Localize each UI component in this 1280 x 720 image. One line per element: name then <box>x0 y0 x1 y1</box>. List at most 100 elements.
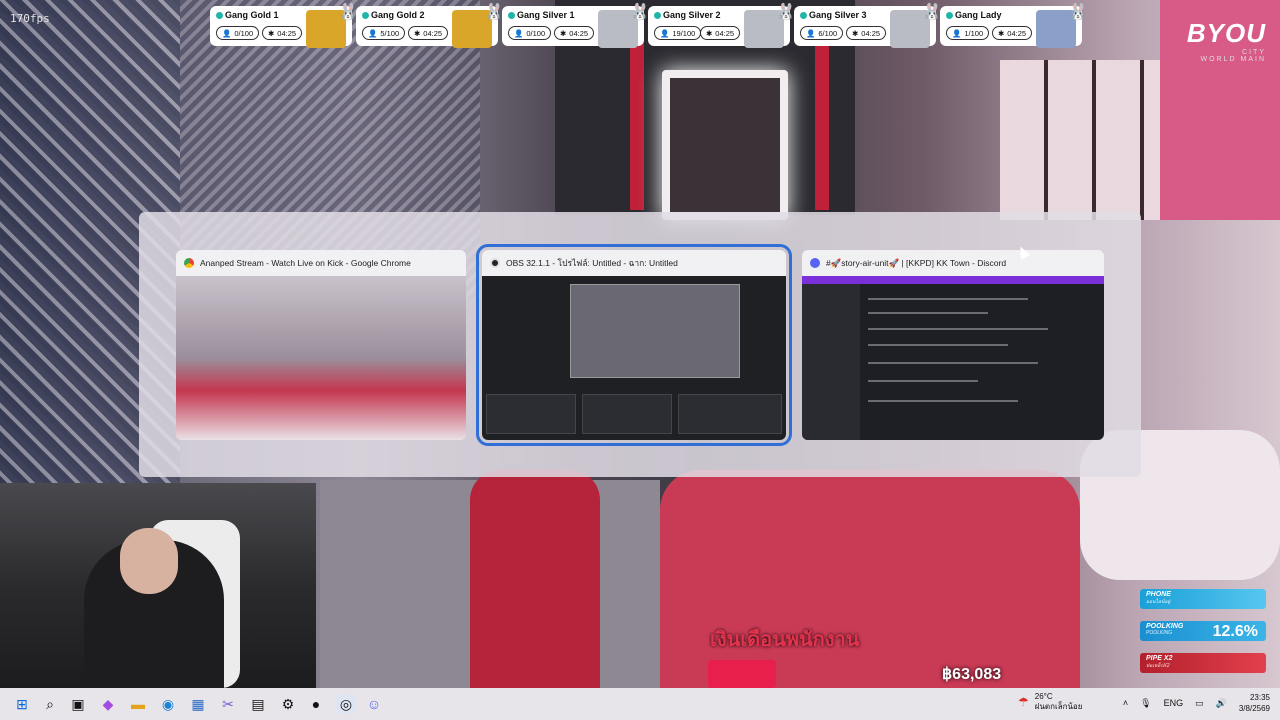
gang-name: Gang Silver 3 <box>800 10 867 20</box>
settings-icon[interactable]: ⚙ <box>278 694 298 714</box>
gang-name: Gang Lady <box>946 10 1002 20</box>
clock-icon: ✱ <box>706 28 713 38</box>
file-explorer-icon[interactable]: ▬ <box>128 694 148 714</box>
alt-tab-switcher: Ananped Stream - Watch Live on Kick - Go… <box>139 212 1141 477</box>
chevron-up-icon[interactable]: ˄ <box>1123 698 1128 708</box>
person-icon: 👤 <box>806 28 816 38</box>
server-logo: BYOU CITY WORLD MAIN <box>1187 18 1266 63</box>
bunny-icon: 🐰 <box>922 4 942 21</box>
vanity-mirror <box>662 70 788 220</box>
fps-counter: 170fps <box>10 12 50 25</box>
logo-main: BYOU <box>1186 18 1266 48</box>
gang-count: 👤 1/100 <box>946 26 990 40</box>
logo-sub: WORLD MAIN <box>1200 56 1266 63</box>
discord-taskbar-icon[interactable]: ☺ <box>364 694 384 714</box>
hud-phone: PHONE ออนไลน์อยู่ <box>1140 589 1266 609</box>
red-button <box>708 660 776 688</box>
clock-icon: ✱ <box>998 28 1005 38</box>
gang-count: 👤 19/100 <box>654 26 702 40</box>
edge-icon[interactable]: ◉ <box>158 694 178 714</box>
curtain <box>630 40 644 210</box>
bunny-icon: 🐰 <box>776 4 796 21</box>
obs-panel <box>486 394 576 434</box>
gang-card: Gang Gold 1 👤 0/100 ✱ 04:25 🐰 <box>210 4 358 48</box>
window-title: OBS 32.1.1 - โปรไฟล์: Untitled - ฉาก: Un… <box>506 258 678 268</box>
gang-card: Gang Lady 👤 1/100 ✱ 04:25 🐰 <box>940 4 1088 48</box>
app-icon[interactable]: ◆ <box>98 694 118 714</box>
discord-icon <box>810 258 820 268</box>
gang-timer: ✱ 04:25 <box>992 26 1033 40</box>
gang-card: Gang Silver 3 👤 6/100 ✱ 04:25 🐰 <box>794 4 942 48</box>
network-icon[interactable]: ▭ <box>1195 698 1204 709</box>
obs-taskbar-icon[interactable]: ● <box>306 694 326 714</box>
logo-sub-small: CITY <box>1242 49 1266 56</box>
person-icon: 👤 <box>368 28 378 38</box>
gang-count: 👤 0/100 <box>508 26 552 40</box>
window-thumbnail <box>802 276 1104 440</box>
bed <box>660 470 1080 688</box>
person-icon: 👤 <box>660 28 670 38</box>
gang-count: 👤 0/100 <box>216 26 260 40</box>
language-indicator[interactable]: ENG <box>1164 698 1184 708</box>
window-obs[interactable]: OBS 32.1.1 - โปรไฟล์: Untitled - ฉาก: Un… <box>476 244 792 446</box>
bunny-icon: 🐰 <box>338 4 358 21</box>
obs-panel <box>678 394 782 434</box>
gang-card: Gang Silver 2 👤 19/100 ✱ 04:25 🐰 <box>648 4 796 48</box>
person-icon: 👤 <box>952 28 962 38</box>
gang-card: Gang Silver 1 👤 0/100 ✱ 04:25 🐰 <box>502 4 650 48</box>
streamer-face <box>120 528 178 594</box>
chrome-taskbar-icon[interactable]: ◎ <box>336 694 356 714</box>
clock-icon: ✱ <box>268 28 275 38</box>
search-icon[interactable]: ⌕ <box>40 694 60 714</box>
system-tray: ˄ 🎙 ENG ▭ 🔊 23:35 3/8/2569 <box>1123 692 1270 714</box>
gang-count: 👤 6/100 <box>800 26 844 40</box>
bunny-icon: 🐰 <box>484 4 504 21</box>
microphone-icon[interactable]: 🎙 <box>1140 698 1151 709</box>
hud-pooling: POOLKING POOLKING 12.6% <box>1140 621 1266 641</box>
snip-icon[interactable]: ✂ <box>218 694 238 714</box>
clock-icon: ✱ <box>852 28 859 38</box>
taskbar: ⊞ ⌕ ▣ ◆ ▬ ◉ ▦ ✂ ▤ ⚙ ● ◎ ☺ ☂ 26°C ฝนตกเล็… <box>0 688 1280 720</box>
bunny-icon: 🐰 <box>1068 4 1088 21</box>
window-chrome[interactable]: Ananped Stream - Watch Live on Kick - Go… <box>176 250 466 440</box>
task-view-icon[interactable]: ▣ <box>68 694 88 714</box>
gang-timer: ✱ 04:25 <box>846 26 887 40</box>
gang-timer: ✱ 04:25 <box>700 26 741 40</box>
start-icon[interactable]: ⊞ <box>12 694 32 714</box>
volume-icon[interactable]: 🔊 <box>1216 698 1227 709</box>
window-title: Ananped Stream - Watch Live on Kick - Go… <box>200 258 411 268</box>
gang-name: Gang Silver 2 <box>654 10 721 20</box>
clock-icon: ✱ <box>560 28 567 38</box>
player-character <box>470 470 600 688</box>
window-discord[interactable]: #🚀story-air-unit🚀 | [KKPD] KK Town - Dis… <box>802 250 1104 440</box>
calculator-icon[interactable]: ▤ <box>248 694 268 714</box>
money-display: ฿63,083 <box>942 666 1002 683</box>
person-icon: 👤 <box>514 28 524 38</box>
gang-count: 👤 5/100 <box>362 26 406 40</box>
gang-timer: ✱ 04:25 <box>262 26 303 40</box>
chrome-icon <box>184 258 194 268</box>
gang-timer: ✱ 04:25 <box>554 26 595 40</box>
clock[interactable]: 23:35 3/8/2569 <box>1239 692 1270 714</box>
gang-name: Gang Silver 1 <box>508 10 575 20</box>
window-thumbnail <box>482 276 786 440</box>
weather-widget[interactable]: ☂ 26°C ฝนตกเล็กน้อย <box>1018 692 1082 712</box>
bunny-icon: 🐰 <box>630 4 650 21</box>
obs-panel <box>582 394 672 434</box>
person-icon: 👤 <box>222 28 232 38</box>
obs-icon <box>490 258 500 268</box>
weather-icon: ☂ <box>1018 695 1029 709</box>
clock-icon: ✱ <box>414 28 421 38</box>
gang-timer: ✱ 04:25 <box>408 26 449 40</box>
window-title: #🚀story-air-unit🚀 | [KKPD] KK Town - Dis… <box>826 257 1007 268</box>
hud-pipe: PIPE X2 ท่อเหล็กX2 <box>1140 653 1266 673</box>
gang-bar: Gang Gold 1 👤 0/100 ✱ 04:25 🐰 Gang Gold 2 👤 5/10… <box>210 4 1088 48</box>
gang-name: Gang Gold 2 <box>362 10 425 20</box>
subtitle-text: เงินเดือนพนักงาน <box>710 629 860 651</box>
curtain <box>815 40 829 210</box>
gang-card: Gang Gold 2 👤 5/100 ✱ 04:25 🐰 <box>356 4 504 48</box>
store-icon[interactable]: ▦ <box>188 694 208 714</box>
window-thumbnail <box>176 276 466 440</box>
gang-name: Gang Gold 1 <box>216 10 279 20</box>
pooling-value: 12.6% <box>1212 623 1258 640</box>
